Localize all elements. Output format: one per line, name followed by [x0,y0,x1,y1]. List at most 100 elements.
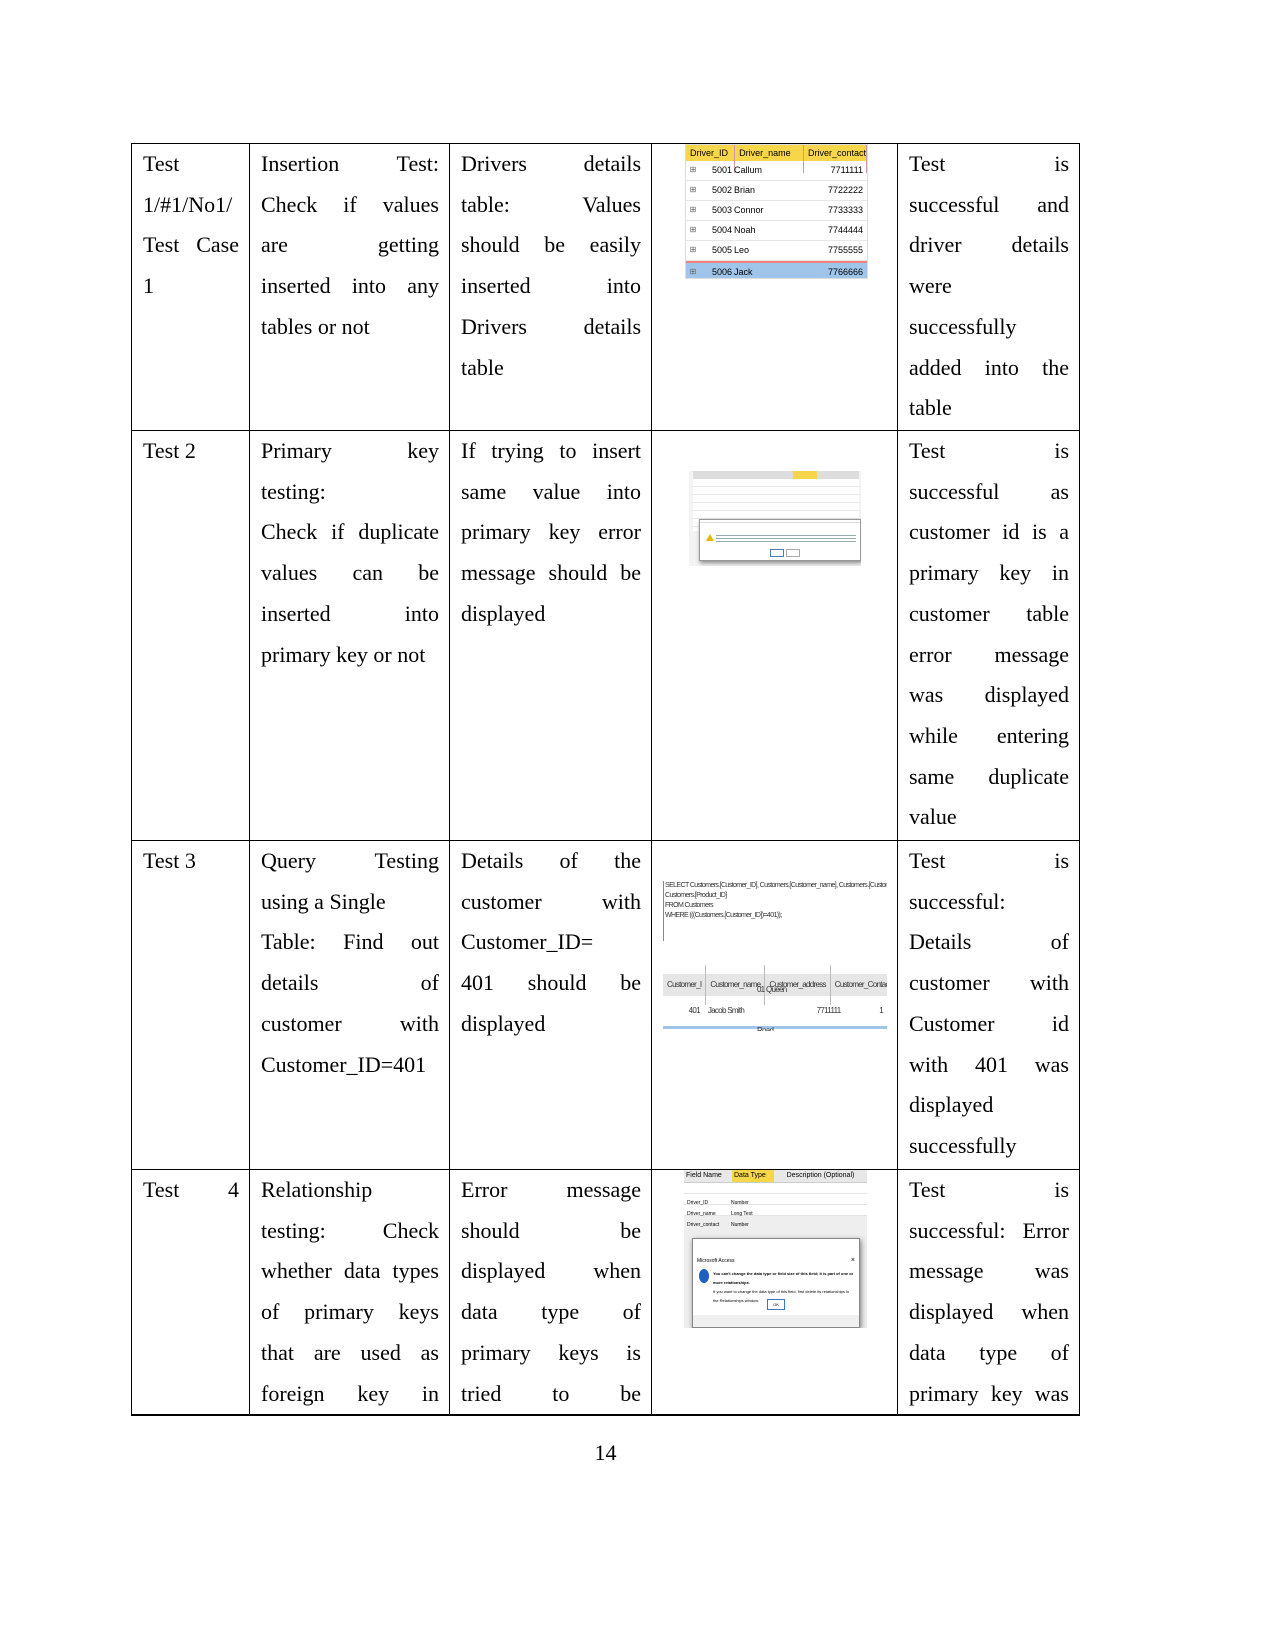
cell-text-line: that are used as [261,1339,439,1365]
cell-text-line: primary key error [461,519,641,545]
cell-text-line: successfully [909,313,1017,339]
sql-text: SELECT Customers.[Customer_ID], Customer… [663,881,887,941]
driver-id: 5006 [711,267,732,278]
field-row: Driver_contact Number [684,1205,867,1228]
cell-text-line: Customer id [909,1010,1069,1036]
cell-text-line: Test Case [143,232,239,258]
cell-text-line: message was [909,1258,1069,1284]
result-value: 1 [879,1005,884,1015]
cell-text-line: testing: [261,478,326,504]
cell-text-line: error message [909,641,1069,667]
col-header: Field Name [686,1172,722,1179]
description-cell: Query Testing using a Single Table: Find o… [249,840,450,1170]
description-cell: Primary key testing: Check if duplicate val… [249,430,450,841]
cell-text-line: customer id is a [909,519,1069,545]
cell-text-line: displayed when [461,1258,641,1284]
error-dialog: Microsoft Access × i You can't change th… [692,1238,860,1328]
info-icon: i [699,1269,709,1293]
description-cell: Relationship testing: Check whether data t… [249,1169,450,1417]
field-type: Long Text [728,1194,766,1217]
cell-text-line: whether data types [261,1258,439,1284]
drivers-table-screenshot: Driver_ID Driver_name Driver_contact ⊞ 5001… [685,144,868,279]
cell-text-line: tables or not [261,313,370,339]
cell-text-line: Check if values [261,191,439,217]
cell-text-line: Test 3 [143,848,196,873]
cell-text-line: displayed when [909,1299,1069,1325]
field-name: Driver_ID [684,1183,728,1206]
test-id-cell: Test 4 [131,1169,250,1417]
table-row: Test 1/#1/No1/Test Case 1 Insertion Test: C… [131,143,1080,431]
table-row: Test 3 Query Testing using a Single Table:… [131,840,1080,1170]
test-id-cell: Test 2 [131,430,250,841]
cell-text-line: Test is [909,848,1069,873]
expected-cell: If trying to insert same value into primar… [449,430,652,841]
driver-contact: 7766666 [827,267,863,278]
field-name: Driver_name [684,1194,728,1217]
sql-line: SELECT Customers.[Customer_ID], Customer… [665,882,887,889]
cell-text-line: primary key in [909,560,1069,586]
screenshot-cell: Field Name Data Type Description (Optional… [651,1169,898,1417]
test-id-cell: Test 1/#1/No1/Test Case 1 [131,143,250,431]
cell-text-line: while entering [909,722,1069,748]
result-value: 7711111 [816,1005,842,1015]
test-id-cell: Test 3 [131,840,250,1170]
cell-text-line: primary key or not [261,641,426,667]
result-cell: Test is successful and driver details were s… [897,143,1080,431]
sql-line: Customers.[Product_ID] [665,892,727,899]
cell-text-line: should be [461,1217,641,1243]
result-cell: Test is successful: Details of customer wit… [897,840,1080,1170]
cell-text-line: Table: Find out [261,929,439,955]
cell-text-line: Details of the [461,848,641,873]
screenshot-cell [651,430,898,841]
cell-text-line: customer with [909,970,1069,996]
cell-text-line: driver details [909,232,1069,258]
field-row: Driver_nameLong Text [684,1194,867,1217]
cell-text-line: primary keys is [461,1339,641,1365]
cell-text-line: table [909,395,952,421]
table-row: Test 4 Relationship testing: Check whether… [131,1169,1080,1417]
cell-text-line: same value into [461,478,641,504]
cell-text-line: Test is [909,151,1069,176]
cell-text-line: same duplicate [909,763,1069,789]
driver-row: ⊞ 5006 Jack 7766666 [686,261,867,278]
cell-text-line: Customer_ID=401 [261,1051,427,1077]
cell-text-line: Test [143,151,180,176]
cell-text-line: values can be [261,560,439,586]
expected-cell: Details of the customer with Customer_ID= 4… [449,840,652,1170]
test-case-table: Test 1/#1/No1/Test Case 1 Insertion Test: C… [131,143,1080,1417]
error-dialog [699,519,861,561]
page-number: 14 [594,1440,617,1465]
cell-text-line: table [461,354,504,380]
cell-text-line: inserted into [461,273,641,299]
cell-text-line: Customer_ID= [461,929,594,955]
cell-text-line: inserted into any [261,273,439,299]
result-value: 01 Queen Road [756,985,787,1031]
cell-text-line: 401 should be [461,970,641,996]
screenshot-cell: Driver_ID Driver_name Driver_contact ⊞ 5001… [651,143,898,431]
cell-text-line: testing: Check [261,1217,439,1243]
cell-text-line: value [909,804,957,830]
cell-text-line: If trying to insert [461,438,641,463]
cell-text-line: of primary keys [261,1299,439,1325]
cell-text-line: 1 [143,273,154,299]
cell-text-line: Primary key [261,438,439,463]
field-row: Driver_IDNumber [684,1183,867,1206]
cell-text-line: 1/#1/No1/ [143,191,233,217]
cell-text-line: with 401 was [909,1051,1069,1077]
ok-button[interactable]: OK [767,1299,785,1310]
cell-text-line: added into the [909,354,1069,380]
warning-icon [706,534,714,541]
cell-text-line: successful and [909,191,1069,217]
cell-text-line: displayed [461,1010,546,1036]
relationship-error-screenshot: Field Name Data Type Description (Optional… [684,1170,867,1328]
cell-text-line: Insertion Test: [261,151,439,176]
dialog-message: You can't change the data type or field … [713,1271,854,1285]
cell-text-line: Test is [909,438,1069,463]
cell-text-line: Drivers details [461,151,641,176]
screenshot-cell: SELECT Customers.[Customer_ID], Customer… [651,840,898,1170]
cell-text-line: message should be [461,560,641,586]
cell-text-line: Relationship [261,1177,373,1202]
cell-text-line: successful: [909,888,1006,914]
cell-text-line: Error message [461,1177,641,1202]
cell-text-line: successful as [909,478,1069,504]
